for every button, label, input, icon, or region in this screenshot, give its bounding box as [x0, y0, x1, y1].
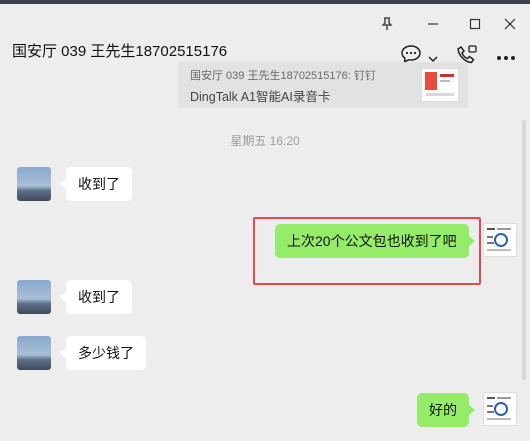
quote-thumbnail [421, 68, 459, 102]
maximize-icon[interactable] [465, 14, 485, 34]
quote-text: DingTalk A1智能AI录音卡 [190, 90, 331, 104]
quote-sender: 国安厅 039 王先生18702515176: 钉钉 [190, 70, 376, 82]
avatar[interactable] [17, 336, 51, 370]
pin-icon[interactable] [377, 14, 397, 34]
message-bubble[interactable]: 收到了 [60, 280, 132, 314]
highlight-box [253, 217, 481, 285]
chat-title: 国安厅 039 王先生18702515176 [12, 43, 228, 60]
avatar[interactable] [483, 223, 517, 257]
avatar[interactable] [17, 280, 51, 314]
minimize-icon[interactable] [423, 14, 443, 34]
more-icon[interactable] [496, 48, 516, 66]
message-bubble[interactable]: 好的 [417, 393, 475, 427]
close-icon[interactable] [500, 14, 520, 34]
avatar[interactable] [17, 167, 51, 201]
message-bubble[interactable]: 收到了 [60, 167, 132, 201]
quoted-message[interactable]: 国安厅 039 王先生18702515176: 钉钉 DingTalk A1智能… [178, 62, 468, 108]
timestamp: 星期五 16:20 [230, 134, 300, 148]
avatar[interactable] [483, 392, 517, 426]
scrollbar[interactable] [522, 120, 526, 380]
message-bubble[interactable]: 多少钱了 [60, 336, 146, 370]
